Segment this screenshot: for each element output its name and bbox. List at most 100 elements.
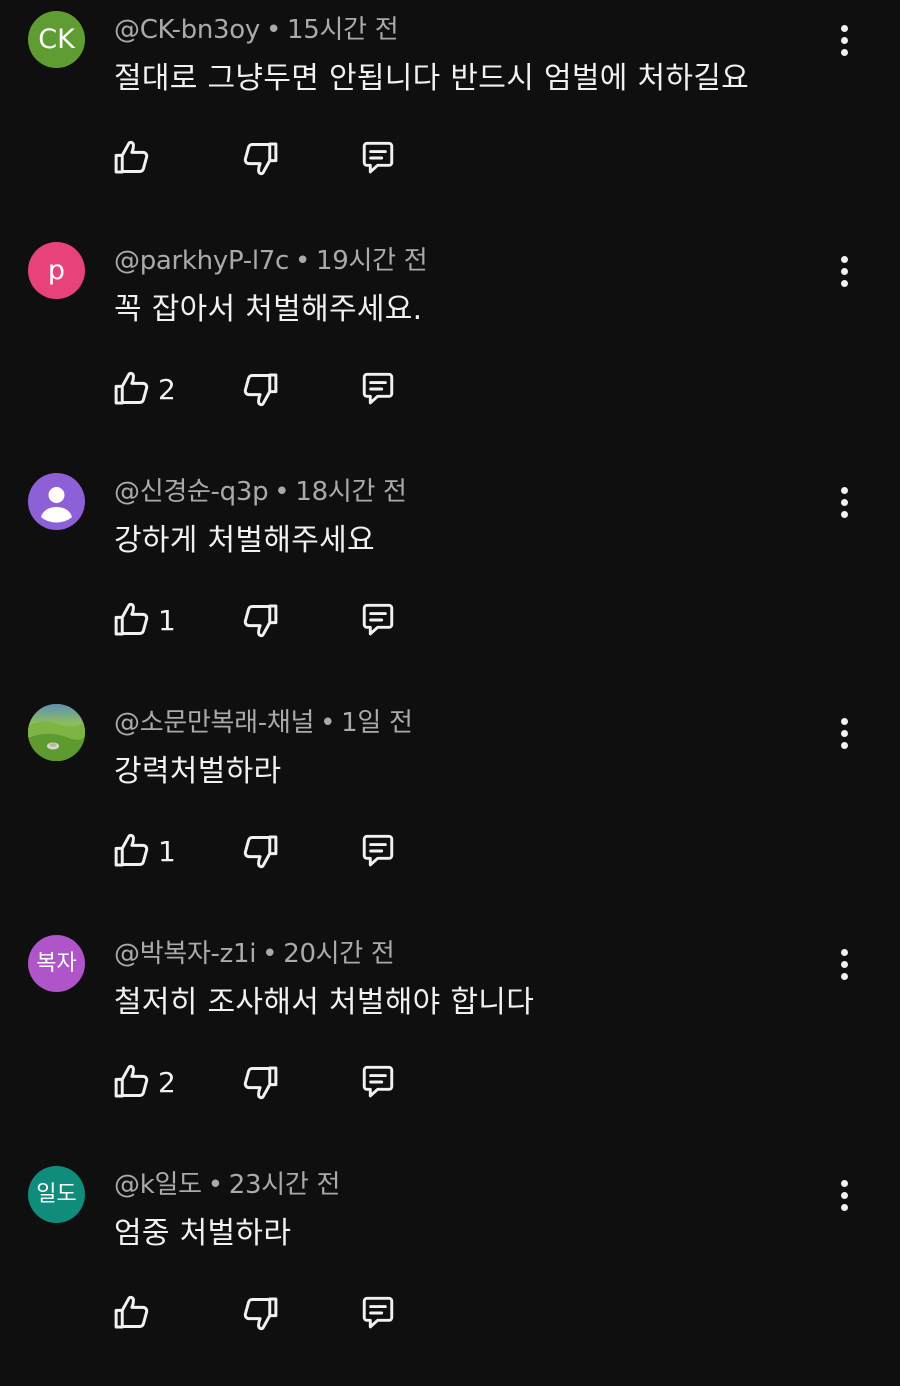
thumbs-down-icon bbox=[240, 137, 282, 179]
dislike-button[interactable] bbox=[240, 595, 282, 645]
author-handle[interactable]: @소문만복래-채널 bbox=[114, 708, 314, 738]
author-handle[interactable]: @박복자-z1i bbox=[114, 939, 256, 969]
comment-time[interactable]: 15시간 전 bbox=[287, 15, 399, 45]
like-count: 2 bbox=[158, 372, 176, 406]
comment-actions bbox=[110, 1288, 430, 1338]
author-handle[interactable]: @CK-bn3oy bbox=[114, 15, 260, 45]
reply-icon bbox=[356, 829, 400, 873]
like-button[interactable] bbox=[110, 133, 158, 183]
author-handle[interactable]: @신경순-q3p bbox=[114, 477, 269, 507]
thumbs-down-icon bbox=[240, 1292, 282, 1334]
thumbs-down-icon bbox=[240, 599, 282, 641]
comment-item: @소문만복래-채널 • 1일 전 강력처벌하라 1 bbox=[0, 693, 900, 924]
more-vert-icon[interactable] bbox=[826, 942, 862, 986]
dislike-button[interactable] bbox=[240, 133, 282, 183]
dislike-button[interactable] bbox=[240, 826, 282, 876]
comment-meta: @소문만복래-채널 • 1일 전 bbox=[114, 705, 413, 741]
avatar-initials: p bbox=[47, 255, 66, 286]
thumbs-up-icon bbox=[110, 1292, 152, 1334]
like-button[interactable] bbox=[110, 1288, 158, 1338]
thumbs-down-icon bbox=[240, 1061, 282, 1103]
meta-separator: • bbox=[320, 708, 336, 738]
comment-time[interactable]: 19시간 전 bbox=[316, 246, 428, 276]
comment-text: 철저히 조사해서 처벌해야 합니다 bbox=[114, 985, 535, 1020]
comment-meta: @박복자-z1i • 20시간 전 bbox=[114, 936, 395, 972]
avatar[interactable]: 복자 bbox=[28, 935, 85, 992]
like-count: 2 bbox=[158, 1065, 176, 1099]
reply-icon bbox=[356, 367, 400, 411]
reply-icon bbox=[356, 1291, 400, 1335]
thumbs-down-icon bbox=[240, 830, 282, 872]
reply-icon bbox=[356, 136, 400, 180]
avatar[interactable] bbox=[28, 704, 85, 761]
reply-icon bbox=[356, 598, 400, 642]
like-count: 1 bbox=[158, 834, 176, 868]
person-icon bbox=[28, 473, 85, 530]
comment-time[interactable]: 1일 전 bbox=[341, 708, 413, 738]
comment-meta: @신경순-q3p • 18시간 전 bbox=[114, 474, 407, 510]
reply-button[interactable] bbox=[356, 826, 400, 876]
dislike-button[interactable] bbox=[240, 364, 282, 414]
comment-actions: 2 bbox=[110, 1057, 430, 1107]
comment-text: 엄중 처벌하라 bbox=[114, 1216, 292, 1251]
meta-separator: • bbox=[262, 939, 278, 969]
more-vert-icon[interactable] bbox=[826, 711, 862, 755]
reply-icon bbox=[356, 1060, 400, 1104]
avatar[interactable] bbox=[28, 473, 85, 530]
comment-list: CK @CK-bn3oy • 15시간 전 절대로 그냥두면 안됩니다 반드시 엄벌… bbox=[0, 0, 900, 1353]
more-vert-icon[interactable] bbox=[826, 1173, 862, 1217]
like-button[interactable]: 1 bbox=[110, 826, 176, 876]
comment-actions bbox=[110, 133, 430, 183]
comment-time[interactable]: 18시간 전 bbox=[295, 477, 407, 507]
reply-button[interactable] bbox=[356, 1288, 400, 1338]
comment-text: 꼭 잡아서 처벌해주세요. bbox=[114, 292, 423, 327]
reply-button[interactable] bbox=[356, 1057, 400, 1107]
reply-button[interactable] bbox=[356, 595, 400, 645]
avatar-initials: 복자 bbox=[36, 950, 77, 976]
like-button[interactable]: 2 bbox=[110, 364, 176, 414]
reply-button[interactable] bbox=[356, 133, 400, 183]
thumbs-up-icon bbox=[110, 599, 152, 641]
avatar[interactable]: CK bbox=[28, 11, 85, 68]
avatar-initials: 일도 bbox=[36, 1181, 77, 1207]
reply-button[interactable] bbox=[356, 364, 400, 414]
thumbs-down-icon bbox=[240, 368, 282, 410]
author-handle[interactable]: @parkhyP-l7c bbox=[114, 246, 289, 276]
thumbs-up-icon bbox=[110, 830, 152, 872]
like-count: 1 bbox=[158, 603, 176, 637]
thumbs-up-icon bbox=[110, 1061, 152, 1103]
like-button[interactable]: 1 bbox=[110, 595, 176, 645]
more-vert-icon[interactable] bbox=[826, 480, 862, 524]
comment-time[interactable]: 23시간 전 bbox=[229, 1170, 341, 1200]
comment-actions: 1 bbox=[110, 826, 430, 876]
landscape-photo-icon bbox=[28, 704, 85, 761]
comment-meta: @parkhyP-l7c • 19시간 전 bbox=[114, 243, 428, 279]
more-vert-icon[interactable] bbox=[826, 18, 862, 62]
comment-time[interactable]: 20시간 전 bbox=[283, 939, 395, 969]
thumbs-up-icon bbox=[110, 137, 152, 179]
author-handle[interactable]: @k일도 bbox=[114, 1170, 202, 1200]
comment-text: 강하게 처벌해주세요 bbox=[114, 523, 375, 558]
comment-item: CK @CK-bn3oy • 15시간 전 절대로 그냥두면 안됩니다 반드시 엄벌… bbox=[0, 0, 900, 231]
comment-item: p @parkhyP-l7c • 19시간 전 꼭 잡아서 처벌해주세요. 2 bbox=[0, 231, 900, 462]
meta-separator: • bbox=[274, 477, 290, 507]
comment-text: 강력처벌하라 bbox=[114, 754, 282, 789]
avatar[interactable]: 일도 bbox=[28, 1166, 85, 1223]
meta-separator: • bbox=[265, 15, 282, 45]
more-vert-icon[interactable] bbox=[826, 249, 862, 293]
comment-text: 절대로 그냥두면 안됩니다 반드시 엄벌에 처하길요 bbox=[114, 61, 750, 96]
comment-meta: @CK-bn3oy • 15시간 전 bbox=[114, 12, 399, 48]
meta-separator: • bbox=[295, 246, 311, 276]
avatar[interactable]: p bbox=[28, 242, 85, 299]
dislike-button[interactable] bbox=[240, 1057, 282, 1107]
comment-item: @신경순-q3p • 18시간 전 강하게 처벌해주세요 1 bbox=[0, 462, 900, 693]
dislike-button[interactable] bbox=[240, 1288, 282, 1338]
comment-actions: 1 bbox=[110, 595, 430, 645]
comment-item: 일도 @k일도 • 23시간 전 엄중 처벌하라 bbox=[0, 1155, 900, 1386]
comment-meta: @k일도 • 23시간 전 bbox=[114, 1167, 340, 1203]
comment-actions: 2 bbox=[110, 364, 430, 414]
avatar-initials: CK bbox=[38, 24, 75, 55]
meta-separator: • bbox=[207, 1170, 223, 1200]
comment-item: 복자 @박복자-z1i • 20시간 전 철저히 조사해서 처벌해야 합니다 2 bbox=[0, 924, 900, 1155]
like-button[interactable]: 2 bbox=[110, 1057, 176, 1107]
